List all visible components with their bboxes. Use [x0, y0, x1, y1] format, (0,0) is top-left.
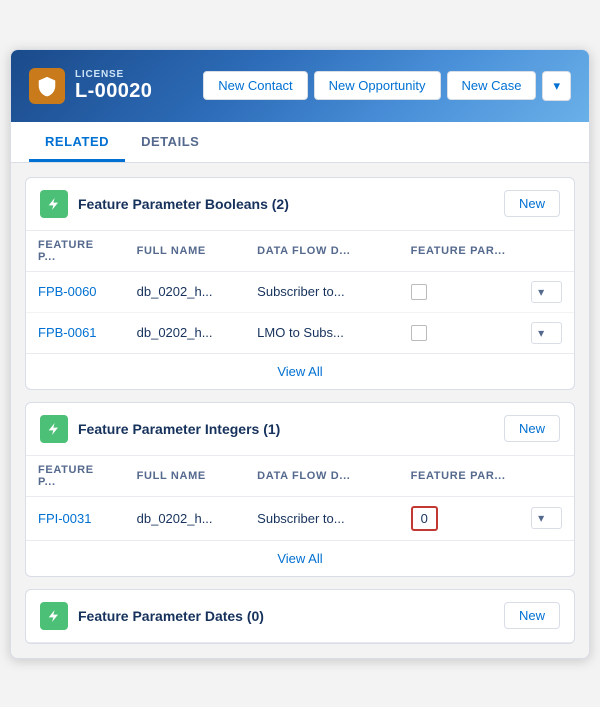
booleans-view-all-link[interactable]: View All	[277, 364, 322, 379]
fpi-0031-fullname: db_0202_h...	[125, 496, 246, 540]
section-header-booleans: Feature Parameter Booleans (2) New	[26, 178, 574, 231]
fpb-0060-fullname: db_0202_h...	[125, 271, 246, 312]
col-header-feature-p-bool: FEATURE P...	[26, 231, 125, 272]
col-header-action-bool	[519, 231, 574, 272]
tabs-bar: Related Details	[11, 122, 589, 163]
integers-new-button[interactable]: New	[504, 415, 560, 442]
fpb-0060-dropdown[interactable]: ▾	[531, 281, 562, 303]
col-header-dataflow-int: DATA FLOW D...	[245, 456, 398, 497]
col-header-dataflow-bool: DATA FLOW D...	[245, 231, 398, 272]
table-row: FPB-0061 db_0202_h... LMO to Subs... ▾	[26, 312, 574, 353]
table-row: FPB-0060 db_0202_h... Subscriber to... ▾	[26, 271, 574, 312]
fpi-0031-value: 0	[411, 506, 438, 531]
col-header-featurepar-bool: FEATURE PAR...	[399, 231, 520, 272]
col-header-feature-p-int: FEATURE P...	[26, 456, 125, 497]
fpi-0031-link[interactable]: FPI-0031	[38, 511, 91, 526]
booleans-icon	[40, 190, 68, 218]
fpb-0061-fullname: db_0202_h...	[125, 312, 246, 353]
booleans-table: FEATURE P... FULL NAME DATA FLOW D... FE…	[26, 231, 574, 353]
integers-table: FEATURE P... FULL NAME DATA FLOW D... FE…	[26, 456, 574, 540]
chevron-down-icon: ▾	[553, 78, 560, 94]
integers-view-all-row: View All	[26, 540, 574, 576]
main-content: Feature Parameter Booleans (2) New FEATU…	[11, 163, 589, 658]
fpb-0061-checkbox[interactable]	[411, 325, 427, 341]
new-case-button[interactable]: New Case	[447, 71, 537, 100]
booleans-view-all-row: View All	[26, 353, 574, 389]
integers-icon	[40, 415, 68, 443]
dates-icon	[40, 602, 68, 630]
booleans-title: Feature Parameter Booleans (2)	[78, 196, 494, 212]
section-header-dates: Feature Parameter Dates (0) New	[26, 590, 574, 643]
license-info: LICENSE L-00020	[75, 69, 152, 103]
tab-related[interactable]: Related	[29, 122, 125, 162]
col-header-fullname-int: FULL NAME	[125, 456, 246, 497]
fpi-0031-dataflow: Subscriber to...	[245, 496, 398, 540]
main-page: LICENSE L-00020 New Contact New Opportun…	[10, 49, 590, 659]
header: LICENSE L-00020 New Contact New Opportun…	[11, 50, 589, 122]
col-header-featurepar-int: FEATURE PAR...	[399, 456, 520, 497]
shield-icon	[29, 68, 65, 104]
header-left: LICENSE L-00020	[29, 68, 152, 104]
fpb-0061-link[interactable]: FPB-0061	[38, 325, 97, 340]
new-opportunity-button[interactable]: New Opportunity	[314, 71, 441, 100]
license-label: LICENSE	[75, 69, 152, 80]
booleans-new-button[interactable]: New	[504, 190, 560, 217]
fpb-0061-dataflow: LMO to Subs...	[245, 312, 398, 353]
feature-param-booleans-section: Feature Parameter Booleans (2) New FEATU…	[25, 177, 575, 390]
dates-new-button[interactable]: New	[504, 602, 560, 629]
fpb-0060-link[interactable]: FPB-0060	[38, 284, 97, 299]
section-header-integers: Feature Parameter Integers (1) New	[26, 403, 574, 456]
fpb-0061-dropdown[interactable]: ▾	[531, 322, 562, 344]
feature-param-dates-section: Feature Parameter Dates (0) New	[25, 589, 575, 644]
new-contact-button[interactable]: New Contact	[203, 71, 307, 100]
dates-title: Feature Parameter Dates (0)	[78, 608, 494, 624]
integers-view-all-link[interactable]: View All	[277, 551, 322, 566]
fpb-0060-checkbox[interactable]	[411, 284, 427, 300]
header-actions: New Contact New Opportunity New Case ▾	[203, 71, 571, 101]
col-header-action-int	[519, 456, 574, 497]
feature-param-integers-section: Feature Parameter Integers (1) New FEATU…	[25, 402, 575, 577]
tab-details[interactable]: Details	[125, 122, 215, 162]
table-row: FPI-0031 db_0202_h... Subscriber to... 0…	[26, 496, 574, 540]
fpb-0060-dataflow: Subscriber to...	[245, 271, 398, 312]
fpi-0031-dropdown[interactable]: ▾	[531, 507, 562, 529]
col-header-fullname-bool: FULL NAME	[125, 231, 246, 272]
license-number: L-00020	[75, 80, 152, 103]
integers-title: Feature Parameter Integers (1)	[78, 421, 494, 437]
header-more-dropdown[interactable]: ▾	[542, 71, 571, 101]
